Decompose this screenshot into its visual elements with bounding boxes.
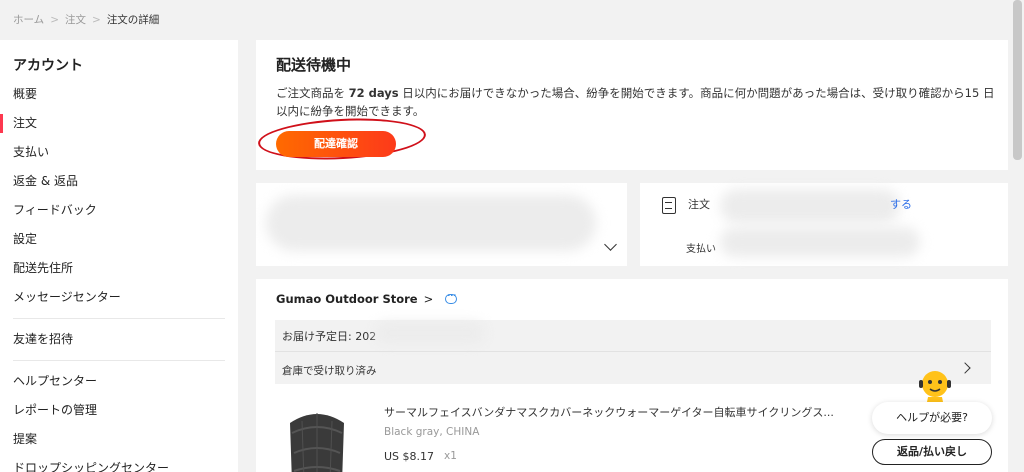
copy-link[interactable]: する (890, 196, 912, 212)
breadcrumb: ホーム > 注文 > 注文の詳細 (13, 12, 159, 27)
sidebar-item-help-center[interactable]: ヘルプセンター (0, 367, 238, 396)
sidebar-item-report-management[interactable]: レポートの管理 (0, 396, 238, 425)
sidebar-item-orders[interactable]: 注文 (0, 109, 238, 138)
sidebar-item-suggestions[interactable]: 提案 (0, 425, 238, 454)
order-payment-card: 注文 する 支払い (640, 183, 1008, 266)
sidebar-divider (13, 360, 225, 361)
product-title[interactable]: サーマルフェイスバンダナマスクカバーネックウォーマーゲイター自転車サイクリングス… (384, 404, 854, 420)
chevron-down-icon[interactable] (604, 238, 617, 251)
breadcrumb-current: 注文の詳細 (106, 14, 160, 26)
sidebar-heading: アカウント (13, 58, 83, 74)
store-link[interactable]: Gumao Outdoor Store > (276, 289, 458, 306)
product-price: US $8.17 (384, 450, 435, 463)
product-variant: Black gray, CHINA (384, 426, 480, 438)
sidebar-item-shipping-address[interactable]: 配送先住所 (0, 254, 238, 283)
payment-label: 支払い (686, 244, 716, 255)
breadcrumb-home[interactable]: ホーム (13, 12, 44, 27)
sidebar-item-invite-friends[interactable]: 友達を招待 (0, 325, 238, 354)
sidebar-item-payments[interactable]: 支払い (0, 138, 238, 167)
sidebar-item-overview[interactable]: 概要 (0, 80, 238, 109)
redacted-area (266, 195, 596, 251)
sidebar-item-settings[interactable]: 設定 (0, 225, 238, 254)
delivery-info: お届け予定日: 202 倉庫で受け取り済み (275, 320, 991, 384)
breadcrumb-orders[interactable]: 注文 (65, 12, 86, 27)
confirm-delivery-button[interactable]: 配達確認 (276, 131, 396, 157)
order-status-title: 配送待機中 (276, 56, 352, 74)
sidebar-item-message-center[interactable]: メッセージセンター (0, 283, 238, 312)
divider (275, 351, 991, 352)
sidebar-divider (13, 318, 225, 319)
order-status-card: 配送待機中 ご注文商品を 72 days 日以内にお届けできなかった場合、紛争を… (256, 40, 1008, 170)
help-bubble[interactable]: ヘルプが必要? (872, 402, 992, 434)
store-name: Gumao Outdoor Store (276, 292, 418, 306)
warehouse-status: 倉庫で受け取り済み (282, 365, 377, 377)
chat-icon[interactable] (445, 289, 458, 304)
shipping-address-card[interactable] (256, 183, 627, 266)
scrollbar-thumb[interactable] (1013, 0, 1022, 160)
delivery-date: お届け予定日: 202 (282, 330, 377, 343)
return-refund-button[interactable]: 返品/払い戻し (872, 439, 992, 465)
product-image[interactable] (282, 403, 352, 472)
sidebar: アカウント 概要 注文 支払い 返金 & 返品 フィードバック 設定 配送先住所… (0, 40, 238, 472)
chevron-right-icon: > (423, 292, 434, 306)
redacted-area (720, 227, 920, 257)
scrollbar-track[interactable] (1010, 0, 1024, 472)
order-label: 注文 (688, 198, 710, 211)
breadcrumb-separator: > (50, 13, 59, 26)
chevron-right-icon[interactable] (959, 362, 971, 374)
product-quantity: x1 (444, 450, 457, 462)
order-status-description: ご注文商品を 72 days 日以内にお届けできなかった場合、紛争を開始できます… (276, 84, 996, 120)
clipboard-icon (662, 197, 676, 214)
sidebar-item-feedback[interactable]: フィードバック (0, 196, 238, 225)
redacted-area (720, 189, 900, 223)
breadcrumb-separator: > (92, 13, 101, 26)
redacted-area (375, 322, 485, 344)
status-days: 72 days (348, 86, 399, 100)
sidebar-item-refunds-returns[interactable]: 返金 & 返品 (0, 167, 238, 196)
sidebar-item-dropshipping-center[interactable]: ドロップシッピングセンター (0, 454, 238, 472)
status-text-pre: ご注文商品を (276, 86, 349, 100)
